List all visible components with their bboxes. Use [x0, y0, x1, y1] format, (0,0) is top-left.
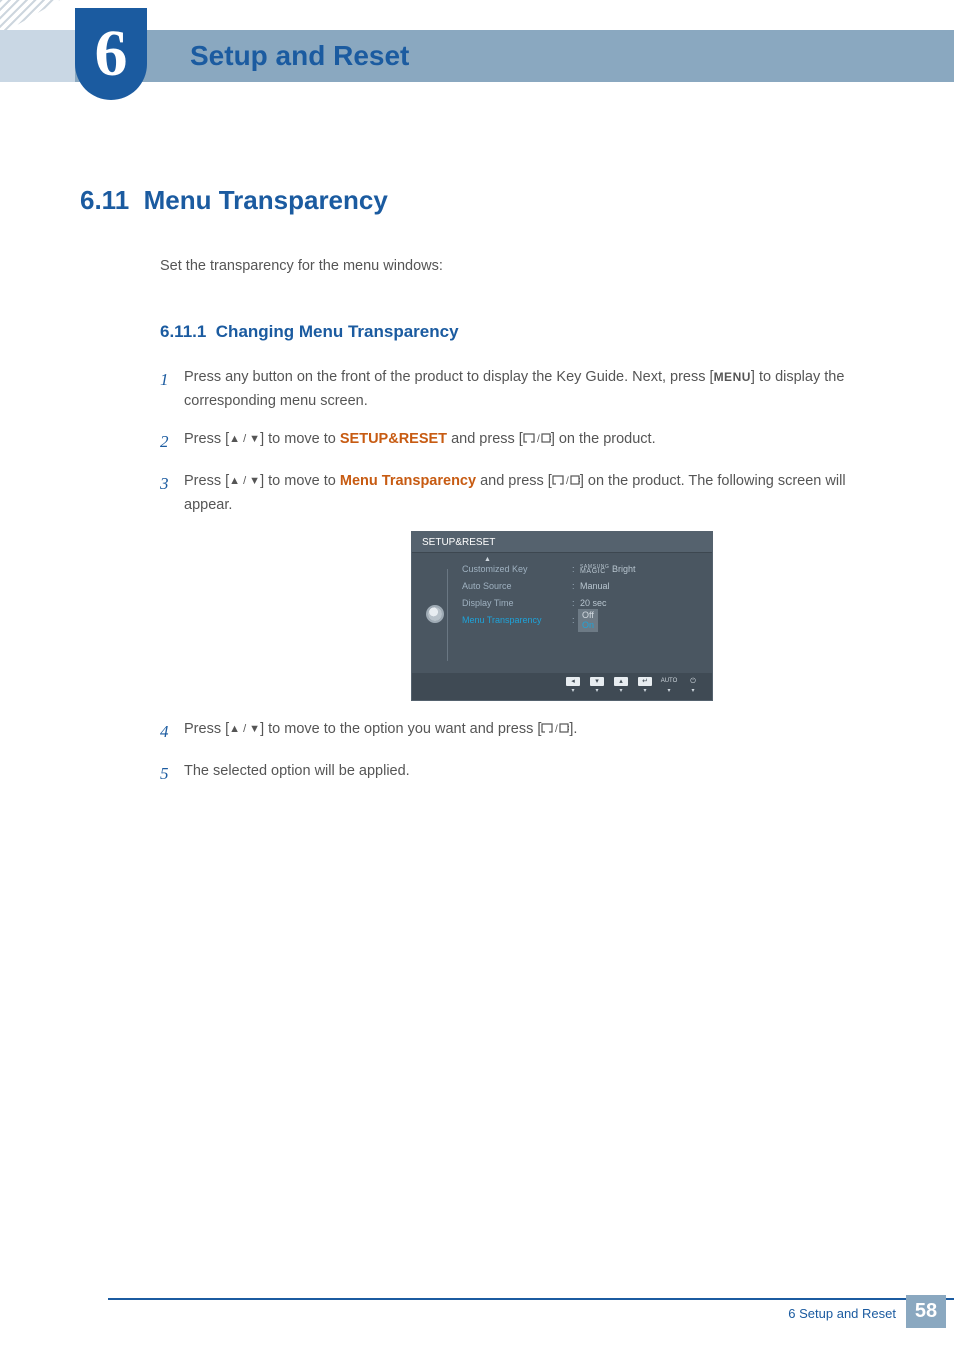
- step-4: 4 Press [▲ / ▼] to move to the option yo…: [160, 718, 884, 746]
- osd-row-customized-key: Customized Key : SAMSUNGMAGIC Bright: [462, 561, 702, 578]
- subsection-number: 6.11.1: [160, 322, 206, 341]
- up-down-icon: ▲ / ▼: [229, 475, 260, 487]
- text-fragment: Press [: [184, 473, 229, 489]
- subsection-title: Changing Menu Transparency: [216, 322, 459, 341]
- osd-value: Manual: [580, 581, 610, 591]
- steps-list: 1 Press any button on the front of the p…: [160, 366, 884, 788]
- step-text: Press [▲ / ▼] to move to Menu Transparen…: [184, 470, 884, 518]
- chapter-number: 6: [95, 16, 128, 92]
- footer-chapter-label: 6 Setup and Reset: [788, 1306, 896, 1321]
- step-number: 1: [160, 366, 184, 414]
- section-heading: 6.11 Menu Transparency: [80, 185, 884, 216]
- osd-panel: SETUP&RESET ▲ Customized Key : SAMSUNGMA…: [412, 532, 712, 700]
- chapter-number-badge: 6: [75, 8, 147, 100]
- osd-title: SETUP&RESET: [412, 532, 712, 553]
- step-text: Press any button on the front of the pro…: [184, 366, 884, 414]
- text-fragment: ] to move to the option you want and pre…: [260, 721, 541, 737]
- text-fragment: ] on the product.: [551, 431, 656, 447]
- text-fragment: Press any button on the front of the pro…: [184, 369, 714, 385]
- step-number: 5: [160, 760, 184, 788]
- osd-label: Display Time: [462, 598, 572, 608]
- up-down-icon: ▲ / ▼: [229, 723, 260, 735]
- page-footer: 6 Setup and Reset 58: [0, 1298, 954, 1328]
- up-down-icon: ▲ / ▼: [229, 433, 260, 445]
- osd-value: Off On: [580, 609, 598, 632]
- osd-value: SAMSUNGMAGIC Bright: [580, 564, 636, 574]
- footer-rule: [108, 1298, 954, 1300]
- samsung-magic-icon: SAMSUNGMAGIC: [580, 565, 609, 575]
- guide-power-icon: ⏻▾: [682, 677, 704, 694]
- text-fragment: Press [: [184, 431, 229, 447]
- header-light-strip: [0, 30, 75, 82]
- page-content: 6.11 Menu Transparency Set the transpare…: [80, 185, 884, 802]
- osd-body: ▲ Customized Key : SAMSUNGMAGIC Bright: [412, 553, 712, 673]
- menu-key-label: MENU: [714, 370, 751, 384]
- enter-source-icon: /: [552, 473, 580, 489]
- option-dropdown: Off On: [578, 609, 598, 632]
- osd-rows: Customized Key : SAMSUNGMAGIC Bright Aut…: [448, 561, 702, 649]
- guide-up-icon: ▴▾: [610, 677, 632, 694]
- guide-down-icon: ▾▾: [586, 677, 608, 694]
- step-3: 3 Press [▲ / ▼] to move to Menu Transpar…: [160, 470, 884, 518]
- svg-text:/: /: [537, 434, 540, 445]
- guide-back-icon: ◂▾: [562, 677, 584, 694]
- step-2: 2 Press [▲ / ▼] to move to SETUP&RESET a…: [160, 428, 884, 456]
- section-intro: Set the transparency for the menu window…: [160, 258, 884, 274]
- option-on: On: [582, 620, 594, 630]
- scroll-up-icon: ▲: [484, 556, 491, 563]
- step-number: 3: [160, 470, 184, 518]
- subsection-heading: 6.11.1 Changing Menu Transparency: [160, 322, 884, 342]
- osd-category-icon-col: [422, 561, 448, 649]
- step-5: 5 The selected option will be applied.: [160, 760, 884, 788]
- step-1: 1 Press any button on the front of the p…: [160, 366, 884, 414]
- option-off: Off: [582, 610, 594, 620]
- osd-label: Auto Source: [462, 581, 572, 591]
- svg-text:/: /: [566, 476, 569, 487]
- step-text: Press [▲ / ▼] to move to the option you …: [184, 718, 884, 746]
- highlight-setupreset: SETUP&RESET: [340, 431, 447, 447]
- gear-icon: [428, 607, 442, 621]
- text-fragment: and press [: [447, 431, 523, 447]
- osd-row-menu-transparency: Menu Transparency : Off On: [462, 612, 702, 629]
- guide-auto-icon: AUTO▾: [658, 677, 680, 694]
- svg-text:/: /: [555, 724, 558, 735]
- osd-value: 20 sec: [580, 598, 607, 608]
- osd-figure: SETUP&RESET ▲ Customized Key : SAMSUNGMA…: [240, 532, 884, 700]
- guide-enter-icon: ↵▾: [634, 677, 656, 694]
- colon: :: [572, 564, 580, 574]
- highlight-menutransparency: Menu Transparency: [340, 473, 476, 489]
- text-fragment: ] to move to: [260, 473, 340, 489]
- osd-label: Customized Key: [462, 564, 572, 574]
- step-text: The selected option will be applied.: [184, 760, 884, 788]
- enter-source-icon: /: [541, 721, 569, 737]
- text-fragment: and press [: [476, 473, 552, 489]
- step-number: 4: [160, 718, 184, 746]
- text-fragment: Press [: [184, 721, 229, 737]
- osd-key-guide: ◂▾ ▾▾ ▴▾ ↵▾ AUTO▾ ⏻▾: [412, 673, 712, 700]
- header-blue-strip: Setup and Reset: [75, 30, 954, 82]
- osd-row-auto-source: Auto Source : Manual: [462, 578, 702, 595]
- colon: :: [572, 581, 580, 591]
- text-fragment: ] to move to: [260, 431, 340, 447]
- chapter-title: Setup and Reset: [190, 40, 409, 72]
- step-text: Press [▲ / ▼] to move to SETUP&RESET and…: [184, 428, 884, 456]
- step-number: 2: [160, 428, 184, 456]
- colon: :: [572, 598, 580, 608]
- section-number: 6.11: [80, 185, 129, 215]
- text-fragment: Bright: [612, 564, 636, 574]
- osd-label: Menu Transparency: [462, 615, 572, 625]
- footer-page-number: 58: [906, 1295, 946, 1328]
- section-title: Menu Transparency: [144, 185, 388, 215]
- text-fragment: ].: [569, 721, 577, 737]
- enter-source-icon: /: [523, 431, 551, 447]
